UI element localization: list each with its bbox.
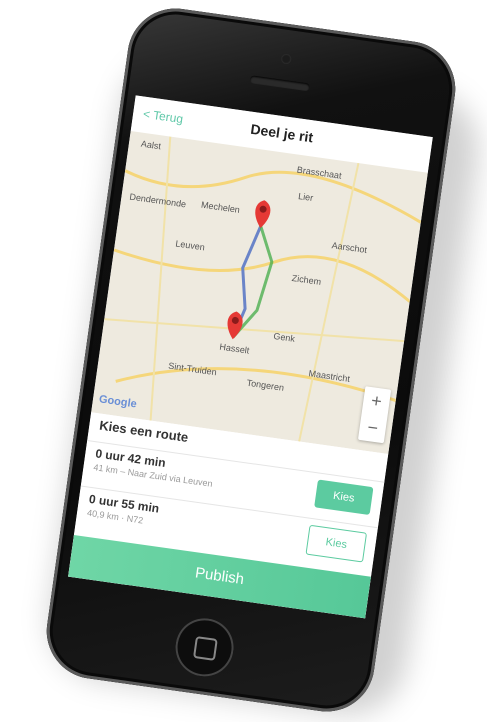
home-icon [192, 636, 218, 661]
home-button[interactable] [171, 614, 238, 681]
road [298, 162, 360, 442]
map-label: Lier [297, 191, 314, 204]
choose-route-button[interactable]: Kies [305, 524, 368, 563]
zoom-out-button[interactable]: − [358, 413, 388, 443]
zoom-in-button[interactable]: + [362, 386, 392, 416]
road [149, 136, 172, 421]
choose-route-button[interactable]: Kies [314, 479, 374, 516]
map-view[interactable]: Aalst Brasschaat Lier Dendermonde Mechel… [91, 131, 428, 455]
pin-start-icon [255, 200, 271, 229]
phone-screen: < Terug Deel je rit Aalst Brasschaat Lie… [68, 95, 433, 619]
earpiece [249, 75, 311, 92]
road [104, 318, 405, 343]
camera-icon [280, 53, 292, 65]
